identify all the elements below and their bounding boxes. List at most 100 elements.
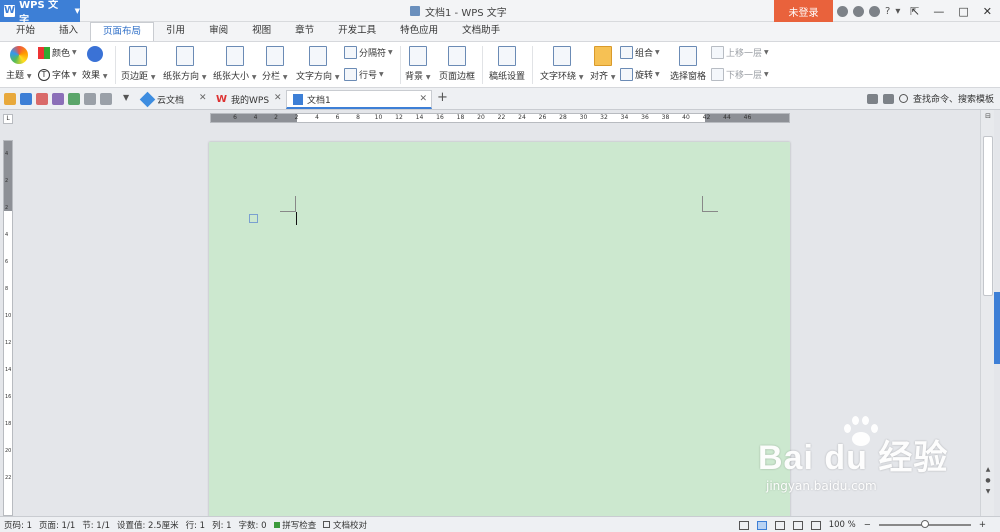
- undo-icon[interactable]: [84, 93, 96, 105]
- group-icon: [620, 46, 633, 59]
- document-page[interactable]: [209, 142, 790, 516]
- theme-button[interactable]: 主题 ▼: [6, 46, 32, 81]
- tab-chapter[interactable]: 章节: [283, 22, 326, 41]
- selection-pane-button[interactable]: 选择窗格: [670, 46, 706, 82]
- bring-forward-button[interactable]: 上移一层 ▼: [711, 46, 769, 59]
- columns-button[interactable]: 分栏 ▼: [262, 46, 288, 82]
- doc-proof-icon: [323, 520, 331, 528]
- save-icon[interactable]: [20, 93, 32, 105]
- tab-references[interactable]: 引用: [154, 22, 197, 41]
- web-view-icon[interactable]: [792, 520, 803, 530]
- ruler-tick-label: 2: [5, 205, 9, 211]
- vertical-ruler[interactable]: 4 2 2 4 6 8 10 12 14 16 18 20 22: [3, 140, 13, 516]
- align-button[interactable]: 对齐 ▼: [590, 46, 616, 82]
- options-icon[interactable]: ▾: [895, 6, 900, 17]
- quick-access-menu-icon[interactable]: ▼: [123, 93, 129, 102]
- print-icon[interactable]: [52, 93, 64, 105]
- reading-mode-icon[interactable]: [810, 520, 821, 530]
- effects-button[interactable]: 效果 ▼: [82, 46, 108, 81]
- close-tab-icon[interactable]: ✕: [274, 93, 282, 103]
- scroll-dot-icon[interactable]: ●: [983, 476, 993, 485]
- text-direction-label: 文字方向: [296, 72, 333, 82]
- zoom-out-icon[interactable]: −: [864, 520, 871, 530]
- wrap-text-button[interactable]: 文字环绕 ▼: [540, 46, 584, 82]
- app-menu-button[interactable]: W WPS 文字 ▼: [0, 0, 80, 26]
- scroll-up-icon[interactable]: ▲: [983, 465, 993, 474]
- text-direction-button[interactable]: 文字方向 ▼: [296, 46, 340, 82]
- skin-icon[interactable]: [837, 5, 848, 17]
- ribbon: 主题 ▼ 颜色 ▼ T 字体 ▼ 效果 ▼ 页边距 ▼ 纸张方向 ▼ 纸张大小 ▼ …: [0, 41, 1000, 88]
- settings-icon[interactable]: [853, 5, 864, 17]
- tab-page-layout[interactable]: 页面布局: [90, 22, 155, 41]
- close-icon[interactable]: ✕: [983, 5, 992, 18]
- tab-stop-selector[interactable]: L: [3, 114, 13, 124]
- close-tab-icon[interactable]: ✕: [419, 94, 427, 104]
- manuscript-button[interactable]: 稿纸设置: [489, 46, 525, 82]
- doc-proof-button[interactable]: 文档校对: [323, 519, 367, 531]
- open-icon[interactable]: [4, 93, 16, 105]
- feedback-icon[interactable]: [869, 5, 880, 17]
- text-direction-icon: [308, 46, 327, 66]
- maximize-icon[interactable]: □: [958, 5, 968, 18]
- send-backward-button[interactable]: 下移一层 ▼: [711, 68, 769, 81]
- breaks-button[interactable]: 分隔符 ▼: [344, 46, 393, 59]
- zoom-in-icon[interactable]: +: [979, 520, 986, 530]
- restore-icon[interactable]: ⇱: [910, 5, 919, 18]
- tab-doc-assistant[interactable]: 文档助手: [450, 22, 512, 41]
- paragraph-layout-icon[interactable]: [249, 214, 258, 223]
- zoom-slider[interactable]: [878, 520, 971, 528]
- vertical-scrollbar[interactable]: ⊟ ▲ ● ▼: [980, 110, 994, 516]
- align-icon: [593, 46, 612, 66]
- outline-view-icon[interactable]: [774, 520, 785, 530]
- zoom-slider-knob[interactable]: [920, 520, 929, 528]
- print-preview-icon[interactable]: [68, 93, 80, 105]
- spell-check-button[interactable]: 拼写检查: [273, 519, 316, 531]
- rotate-button[interactable]: 旋转 ▼: [620, 68, 660, 81]
- search-command-label: 查找命令、搜索模板: [912, 95, 994, 105]
- tab-features[interactable]: 特色应用: [388, 22, 450, 41]
- doc-tab-document1[interactable]: 文档1 ✕: [286, 90, 432, 109]
- tab-home[interactable]: 开始: [4, 22, 47, 41]
- background-button[interactable]: 背景 ▼: [405, 46, 431, 82]
- ruler-tick-label: 44: [723, 114, 731, 121]
- margins-button[interactable]: 页边距 ▼: [121, 46, 156, 82]
- font-button[interactable]: T 字体 ▼: [38, 68, 77, 81]
- tab-review[interactable]: 审阅: [197, 22, 240, 41]
- status-page-code[interactable]: 页码: 1: [4, 519, 32, 531]
- comment-icon[interactable]: [866, 93, 878, 104]
- close-tab-icon[interactable]: ✕: [199, 93, 207, 103]
- bring-forward-icon: [711, 46, 724, 59]
- effects-label: 效果: [82, 71, 101, 81]
- page-border-button[interactable]: 页面边框: [439, 46, 475, 82]
- doc-tab-cloud[interactable]: 云文档: [136, 90, 190, 109]
- doc-tab-my-wps[interactable]: W 我的WPS: [210, 90, 275, 109]
- horizontal-ruler[interactable]: 6 4 2 2 4 6 8 10 12 14 16 18 20 22 24 26 28 30 32 34 36 38 40 4…: [210, 113, 790, 123]
- command-search[interactable]: 查找命令、搜索模板: [866, 92, 994, 105]
- export-pdf-icon[interactable]: [36, 93, 48, 105]
- tab-insert[interactable]: 插入: [47, 22, 90, 41]
- page-view-icon[interactable]: [756, 520, 767, 530]
- window-title-text: 文档1 - WPS 文字: [425, 7, 507, 19]
- new-tab-icon[interactable]: +: [437, 90, 448, 105]
- group-button[interactable]: 组合 ▼: [620, 46, 660, 59]
- help-icon[interactable]: ?: [885, 6, 890, 17]
- split-view-icon[interactable]: ⊟: [983, 112, 993, 122]
- fullscreen-view-icon[interactable]: [738, 520, 749, 530]
- status-word-count[interactable]: 字数: 0: [239, 519, 267, 531]
- minimize-icon[interactable]: —: [933, 5, 944, 18]
- colors-icon: [38, 46, 50, 59]
- ruler-tick-label: 32: [600, 114, 608, 121]
- colors-button[interactable]: 颜色 ▼: [38, 46, 77, 59]
- tab-view[interactable]: 视图: [240, 22, 283, 41]
- redo-icon[interactable]: [100, 93, 112, 105]
- orientation-button[interactable]: 纸张方向 ▼: [163, 46, 207, 82]
- paper-size-button[interactable]: 纸张大小 ▼: [213, 46, 257, 82]
- scrollbar-thumb[interactable]: [983, 136, 993, 296]
- zoom-value[interactable]: 100 %: [829, 520, 856, 530]
- line-numbers-button[interactable]: 行号 ▼: [344, 68, 384, 81]
- tab-developer[interactable]: 开发工具: [326, 22, 388, 41]
- login-button[interactable]: 未登录: [774, 0, 833, 22]
- side-panel-toggle[interactable]: [994, 292, 1000, 364]
- scroll-down-icon[interactable]: ▼: [983, 487, 993, 496]
- collab-icon[interactable]: [882, 93, 894, 104]
